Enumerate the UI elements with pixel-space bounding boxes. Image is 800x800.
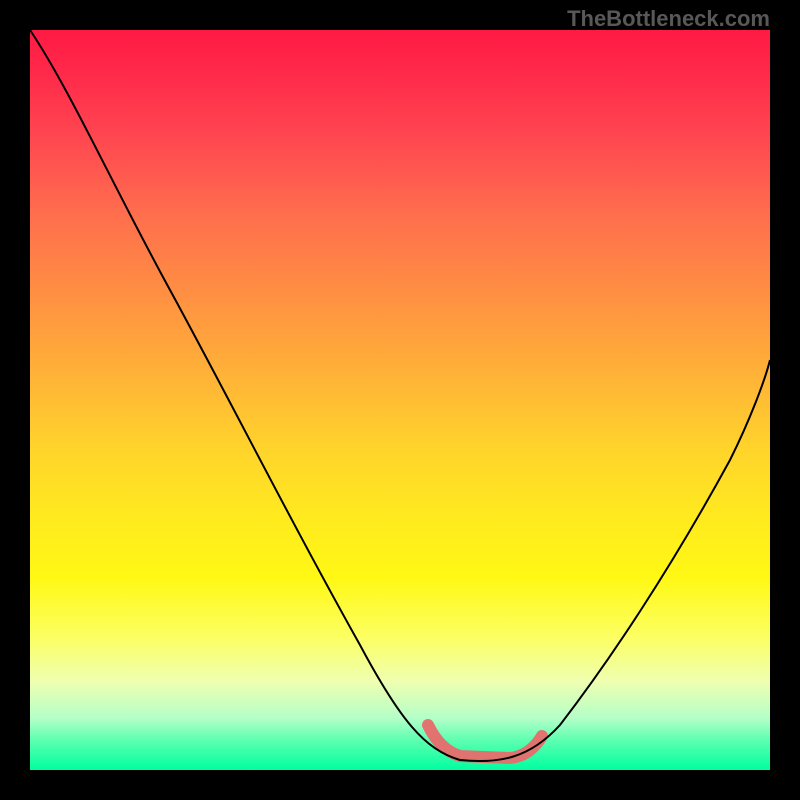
watermark-text: TheBottleneck.com (567, 6, 770, 32)
bottleneck-curve (30, 30, 770, 761)
chart-svg (30, 30, 770, 770)
